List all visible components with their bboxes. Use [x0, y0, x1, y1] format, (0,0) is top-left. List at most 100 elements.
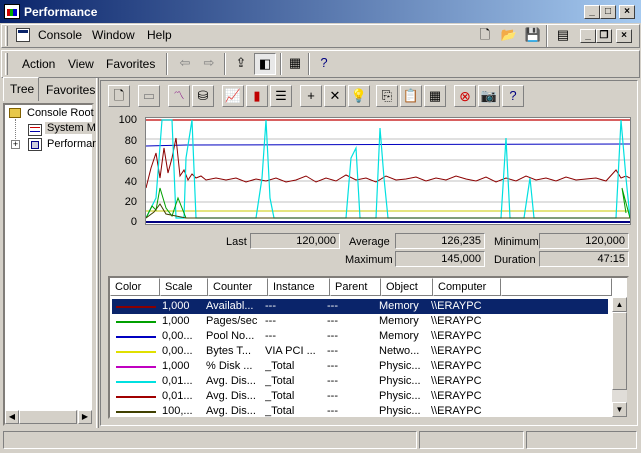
table-row[interactable]: 0,00... Bytes T... VIA PCI ... --- Netwo... \… — [112, 344, 608, 359]
tree-node-console-root[interactable]: Console Root — [27, 107, 94, 119]
column-header-computer[interactable]: Computer — [433, 278, 501, 296]
update-data-icon[interactable]: 📷 — [478, 85, 500, 107]
table-row[interactable]: 1,000 % Disk ... _Total --- Physic... \\ERAYP… — [112, 359, 608, 374]
status-pane-main — [3, 431, 417, 449]
show-hide-tree-icon[interactable]: ◧ — [254, 53, 276, 75]
pane-splitter[interactable] — [96, 78, 99, 428]
list-vertical-scrollbar[interactable]: ▲ ▼ — [612, 297, 627, 417]
table-row[interactable]: 0,01... Avg. Dis... _Total --- Physic... \\ER… — [112, 374, 608, 389]
menu-console[interactable]: Console — [38, 28, 82, 42]
menu-action[interactable]: Action — [22, 57, 55, 71]
average-label: Average — [349, 236, 390, 248]
cell-computer: \\ERAYPC — [431, 390, 482, 402]
menu-window[interactable]: Window — [92, 28, 135, 42]
table-row[interactable]: 0,01... Avg. Dis... _Total --- Physic... \\ER… — [112, 389, 608, 404]
table-row[interactable]: 1,000 Pages/sec --- --- Memory \\ERAYPC — [112, 314, 608, 329]
menu-help[interactable]: Help — [147, 28, 172, 42]
counter-color-swatch — [116, 321, 156, 323]
counter-color-swatch — [116, 336, 156, 338]
title-bar[interactable]: Performance _ □ × — [0, 0, 641, 23]
cell-computer: \\ERAYPC — [431, 375, 482, 387]
toolbar-separator — [166, 53, 168, 75]
scroll-up-icon[interactable]: ▲ — [612, 297, 627, 312]
maximize-button[interactable]: □ — [600, 5, 616, 19]
view-report-icon[interactable]: ☰ — [270, 85, 292, 107]
cell-counter: Avg. Dis... — [206, 390, 256, 402]
menu-view[interactable]: View — [68, 57, 94, 71]
console-menu-icon — [16, 28, 30, 42]
new-counter-set-icon[interactable]: 🗋 — [108, 85, 130, 107]
expand-plus-icon[interactable]: + — [11, 140, 20, 149]
table-row[interactable]: 0,00... Pool No... --- --- Memory \\ERAYPC — [112, 329, 608, 344]
y-tick-label: 0 — [130, 216, 137, 228]
scroll-thumb[interactable] — [612, 312, 627, 390]
view-graph-icon[interactable]: 📈 — [222, 85, 244, 107]
cell-parent: --- — [327, 315, 338, 327]
counter-list[interactable]: Color Scale Counter Instance Parent Obje… — [108, 276, 629, 419]
add-counter-icon[interactable]: + — [300, 85, 322, 107]
new-window-icon[interactable]: ▤ — [552, 25, 574, 47]
up-one-level-icon[interactable]: ⇪ — [230, 53, 252, 75]
scroll-down-icon[interactable]: ▼ — [612, 402, 627, 417]
cell-parent: --- — [327, 390, 338, 402]
y-tick-label: 60 — [124, 155, 137, 167]
duration-value: 47:15 — [539, 251, 629, 267]
tree-node-performance-logs[interactable]: Performar — [47, 138, 96, 150]
tree-pane[interactable]: Console Root System M + Performar ◀ ▶ — [3, 103, 98, 426]
delete-counter-icon[interactable]: ✕ — [324, 85, 346, 107]
child-minimize-button[interactable]: _ — [580, 29, 596, 43]
child-close-button[interactable]: × — [616, 29, 632, 43]
close-button[interactable]: × — [619, 5, 635, 19]
cell-computer: \\ERAYPC — [431, 315, 482, 327]
paste-counter-list-icon[interactable]: 📋 — [400, 85, 422, 107]
tab-favorites[interactable]: Favorites — [40, 79, 96, 101]
copy-properties-icon[interactable]: ⎘ — [376, 85, 398, 107]
tree-node-system-monitor[interactable]: System M — [45, 122, 98, 134]
monitor-properties-icon[interactable]: ▦ — [424, 85, 446, 107]
column-header-color[interactable]: Color — [110, 278, 160, 296]
folder-icon — [9, 108, 21, 118]
column-header-parent[interactable]: Parent — [330, 278, 381, 296]
cell-object: Memory — [379, 315, 419, 327]
cell-parent: --- — [327, 300, 338, 312]
tab-tree[interactable]: Tree — [3, 77, 39, 101]
view-current-activity-icon[interactable]: 〽 — [168, 85, 190, 107]
y-tick-label: 100 — [118, 114, 137, 126]
table-row[interactable]: 1,000 Availabl... --- --- Memory \\ERAYPC — [112, 299, 608, 314]
series-pool-nonpaged — [145, 143, 631, 147]
cell-counter: Bytes T... — [206, 345, 252, 357]
open-folder-icon[interactable]: 📂 — [498, 25, 520, 47]
menu-favorites[interactable]: Favorites — [106, 57, 155, 71]
monitor-help-icon[interactable]: ? — [502, 85, 524, 107]
tree-horizontal-scrollbar[interactable]: ◀ ▶ — [5, 410, 92, 424]
cell-parent: --- — [327, 405, 338, 417]
freeze-display-icon[interactable]: ⊗ — [454, 85, 476, 107]
properties-icon[interactable]: ▦ — [284, 53, 306, 75]
cell-instance: --- — [265, 330, 276, 342]
scroll-left-icon[interactable]: ◀ — [5, 410, 19, 424]
last-value: 120,000 — [250, 233, 340, 249]
back-arrow-icon[interactable]: ⇦ — [174, 53, 196, 75]
clear-display-icon[interactable]: ▭ — [138, 85, 160, 107]
performance-graph — [145, 117, 631, 225]
cell-object: Physic... — [379, 375, 421, 387]
column-header-counter[interactable]: Counter — [208, 278, 268, 296]
column-header-scale[interactable]: Scale — [160, 278, 208, 296]
cell-computer: \\ERAYPC — [431, 330, 482, 342]
view-log-data-icon[interactable]: ⛁ — [192, 85, 214, 107]
column-header-object[interactable]: Object — [381, 278, 433, 296]
minimize-button[interactable]: _ — [584, 5, 600, 19]
cell-scale: 100,... — [162, 405, 193, 417]
help-icon[interactable]: ? — [313, 53, 335, 75]
forward-arrow-icon[interactable]: ⇨ — [198, 53, 220, 75]
scroll-thumb[interactable] — [19, 410, 77, 424]
table-row[interactable]: 100,... Avg. Dis... _Total --- Physic... \\ER… — [112, 404, 608, 419]
highlight-icon[interactable]: 💡 — [348, 85, 370, 107]
toolbar-separator — [308, 53, 310, 75]
column-header-instance[interactable]: Instance — [268, 278, 330, 296]
new-document-icon[interactable]: 🗋 — [474, 25, 496, 47]
save-icon[interactable]: 💾 — [522, 25, 544, 47]
view-histogram-icon[interactable]: ▮ — [246, 85, 268, 107]
child-restore-button[interactable]: ❐ — [596, 29, 612, 43]
scroll-right-icon[interactable]: ▶ — [78, 410, 92, 424]
